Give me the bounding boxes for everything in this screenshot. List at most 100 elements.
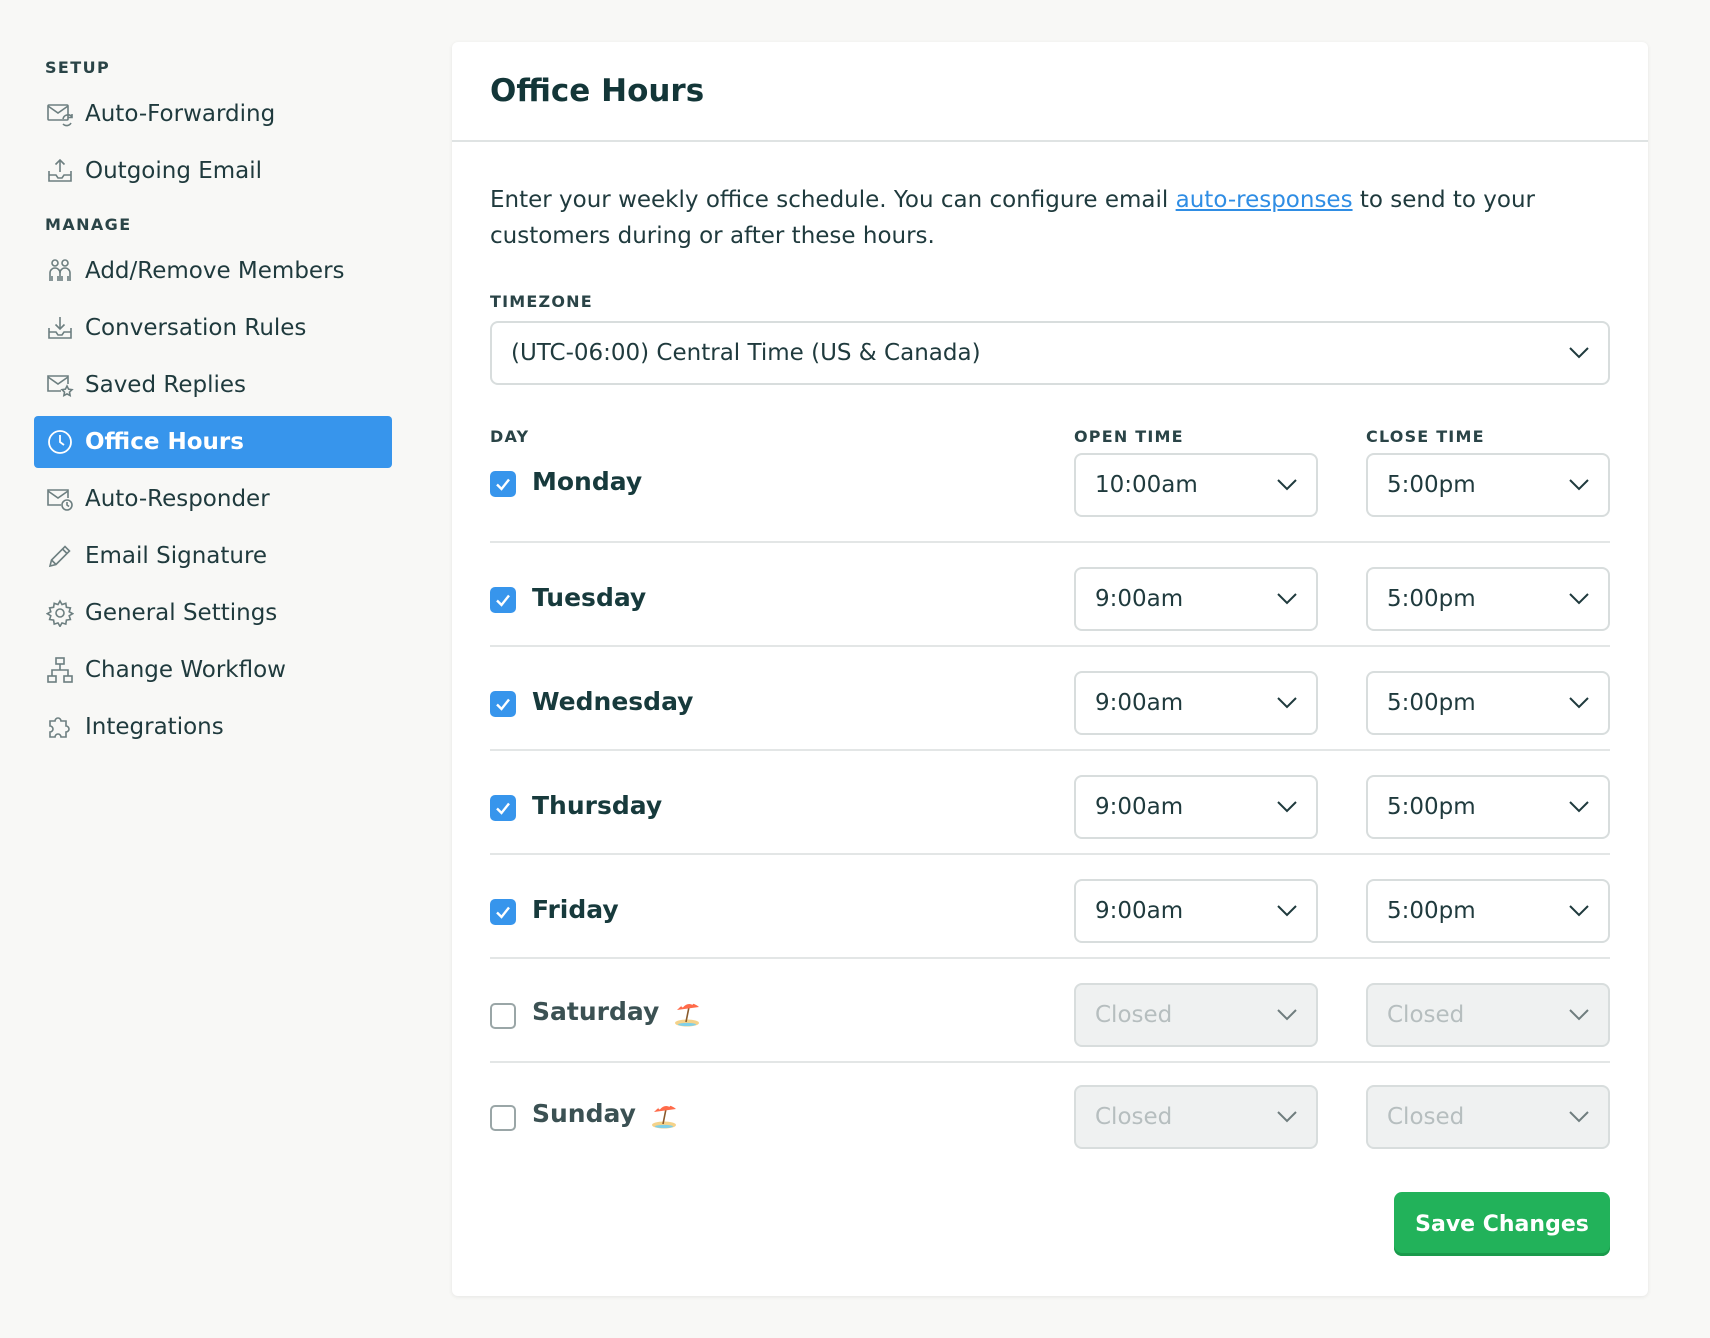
chevron-down-icon [1277, 479, 1297, 491]
day-row-friday: Friday 9:00am 5:00pm [490, 855, 1610, 959]
chevron-down-icon [1277, 593, 1297, 605]
open-time-value: Closed [1095, 1104, 1173, 1130]
sidebar-item-label: General Settings [85, 600, 278, 626]
beach-umbrella-icon [651, 1104, 676, 1129]
close-time-value: 5:00pm [1387, 586, 1476, 612]
intro-text: Enter your weekly office schedule. You c… [490, 182, 1570, 254]
members-icon [45, 256, 75, 286]
day-name: Saturday [532, 997, 660, 1026]
close-time-value: Closed [1387, 1104, 1465, 1130]
chevron-down-icon [1277, 801, 1297, 813]
checkmark-icon [496, 478, 510, 491]
tuesday-checkbox[interactable] [490, 587, 516, 613]
settings-sidebar: SETUP Auto-Forwarding Outgoing Email MAN… [34, 40, 392, 758]
thursday-checkbox[interactable] [490, 795, 516, 821]
sidebar-item-label: Integrations [85, 714, 224, 740]
day-name: Wednesday [532, 687, 694, 716]
sidebar-item-label: Saved Replies [85, 372, 246, 398]
monday-checkbox[interactable] [490, 471, 516, 497]
day-name-wrapper: Saturday [532, 997, 702, 1028]
office-hours-card: Office Hours Enter your weekly office sc… [452, 42, 1648, 1296]
chevron-down-icon [1277, 1111, 1297, 1123]
section-label-setup: SETUP [45, 58, 111, 77]
sidebar-item-label: Change Workflow [85, 657, 286, 683]
wednesday-checkbox[interactable] [490, 691, 516, 717]
thursday-close-time-select[interactable]: 5:00pm [1366, 775, 1610, 839]
timezone-select[interactable]: (UTC-06:00) Central Time (US & Canada) [490, 321, 1610, 385]
sidebar-item-label: Add/Remove Members [85, 258, 345, 284]
chevron-down-icon [1569, 1009, 1589, 1021]
day-row-saturday: Saturday Closed Closed [490, 959, 1610, 1063]
auto-responses-link[interactable]: auto-responses [1176, 187, 1353, 213]
saturday-open-time-select: Closed [1074, 983, 1318, 1047]
close-time-value: Closed [1387, 1002, 1465, 1028]
mail-forward-icon [45, 99, 75, 129]
sidebar-item-change-workflow[interactable]: Change Workflow [34, 644, 392, 696]
mail-clock-icon [45, 484, 75, 514]
day-row-thursday: Thursday 9:00am 5:00pm [490, 751, 1610, 855]
intro-text-before: Enter your weekly office schedule. You c… [490, 187, 1176, 213]
sidebar-item-saved-replies[interactable]: Saved Replies [34, 359, 392, 411]
chevron-down-icon [1569, 593, 1589, 605]
page-title: Office Hours [490, 73, 705, 109]
chevron-down-icon [1569, 1111, 1589, 1123]
friday-open-time-select[interactable]: 9:00am [1074, 879, 1318, 943]
day-name: Sunday [532, 1099, 636, 1128]
wednesday-open-time-select[interactable]: 9:00am [1074, 671, 1318, 735]
sidebar-item-auto-responder[interactable]: Auto-Responder [34, 473, 392, 525]
day-row-sunday: Sunday Closed Closed [490, 1063, 1610, 1167]
day-column-header: DAY [490, 427, 530, 446]
monday-open-time-select[interactable]: 10:00am [1074, 453, 1318, 517]
sidebar-item-general-settings[interactable]: General Settings [34, 587, 392, 639]
day-row-wednesday: Wednesday 9:00am 5:00pm [490, 647, 1610, 751]
sunday-checkbox[interactable] [490, 1105, 516, 1131]
sidebar-item-email-signature[interactable]: Email Signature [34, 530, 392, 582]
open-time-value: Closed [1095, 1002, 1173, 1028]
sidebar-item-label: Auto-Forwarding [85, 101, 276, 127]
chevron-down-icon [1277, 905, 1297, 917]
timezone-value: (UTC-06:00) Central Time (US & Canada) [511, 340, 981, 366]
chevron-down-icon [1569, 801, 1589, 813]
gear-icon [45, 598, 75, 628]
friday-close-time-select[interactable]: 5:00pm [1366, 879, 1610, 943]
chevron-down-icon [1569, 697, 1589, 709]
sidebar-item-office-hours[interactable]: Office Hours [34, 416, 392, 468]
sidebar-item-auto-forwarding[interactable]: Auto-Forwarding [34, 88, 392, 140]
day-name: Monday [532, 467, 643, 496]
thursday-open-time-select[interactable]: 9:00am [1074, 775, 1318, 839]
sidebar-item-label: Email Signature [85, 543, 268, 569]
save-changes-button[interactable]: Save Changes [1394, 1192, 1610, 1256]
chevron-down-icon [1277, 1009, 1297, 1021]
open-time-value: 9:00am [1095, 586, 1184, 612]
pencil-icon [45, 541, 75, 571]
wednesday-close-time-select[interactable]: 5:00pm [1366, 671, 1610, 735]
sidebar-item-outgoing-email[interactable]: Outgoing Email [34, 145, 392, 197]
sidebar-item-integrations[interactable]: Integrations [34, 701, 392, 753]
close-time-value: 5:00pm [1387, 472, 1476, 498]
open-time-column-header: OPEN TIME [1074, 427, 1184, 446]
chevron-down-icon [1569, 347, 1589, 359]
schedule-header: DAY OPEN TIME CLOSE TIME [490, 427, 1610, 451]
day-name: Friday [532, 895, 619, 924]
sidebar-item-conversation-rules[interactable]: Conversation Rules [34, 302, 392, 354]
workflow-icon [45, 655, 75, 685]
section-label-manage: MANAGE [45, 215, 132, 234]
monday-close-time-select[interactable]: 5:00pm [1366, 453, 1610, 517]
day-name: Thursday [532, 791, 663, 820]
card-header: Office Hours [452, 42, 1648, 142]
day-name-wrapper: Sunday [532, 1099, 679, 1130]
sidebar-item-add-remove-members[interactable]: Add/Remove Members [34, 245, 392, 297]
timezone-label: TIMEZONE [490, 292, 593, 311]
checkmark-icon [496, 594, 510, 607]
card-body: Enter your weekly office schedule. You c… [452, 182, 1648, 1167]
checkmark-icon [496, 802, 510, 815]
sunday-close-time-select: Closed [1366, 1085, 1610, 1149]
tuesday-close-time-select[interactable]: 5:00pm [1366, 567, 1610, 631]
sidebar-item-label: Office Hours [85, 429, 244, 455]
puzzle-icon [45, 712, 75, 742]
chevron-down-icon [1277, 697, 1297, 709]
friday-checkbox[interactable] [490, 899, 516, 925]
tuesday-open-time-select[interactable]: 9:00am [1074, 567, 1318, 631]
open-time-value: 10:00am [1095, 472, 1198, 498]
saturday-checkbox[interactable] [490, 1003, 516, 1029]
